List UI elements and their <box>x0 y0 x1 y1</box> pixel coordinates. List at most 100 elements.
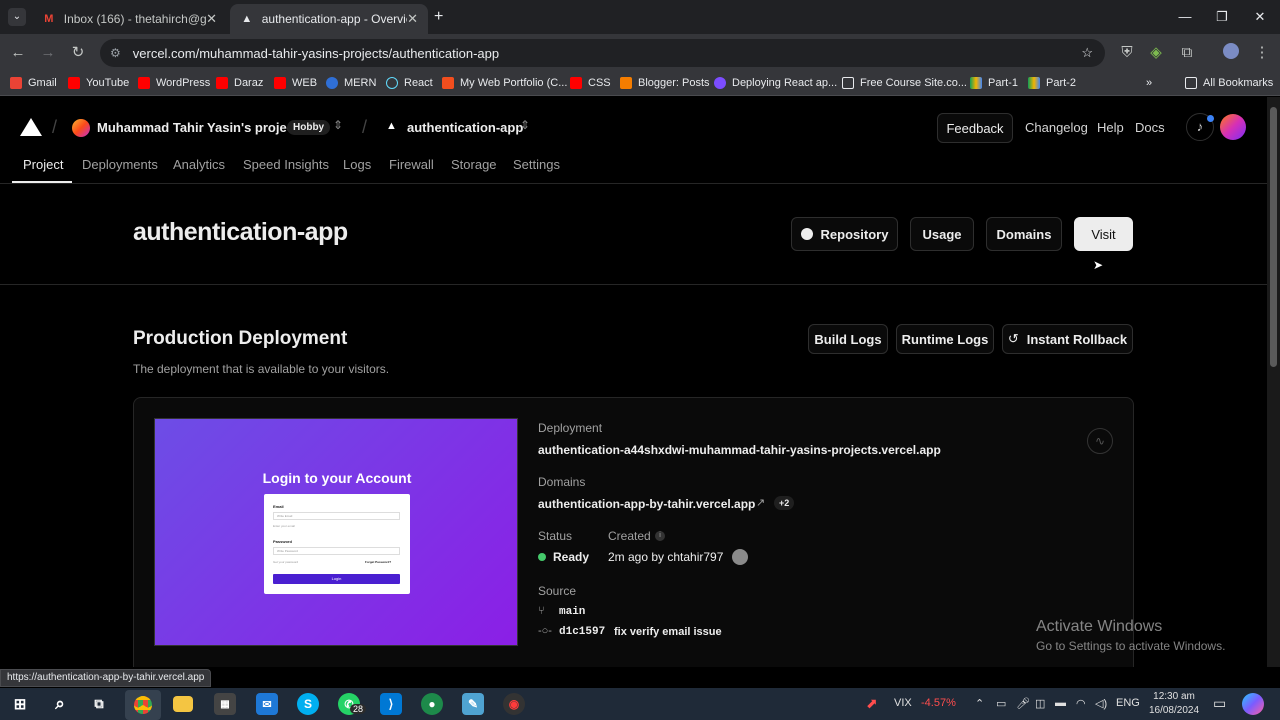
bookmark-daraz[interactable]: Daraz <box>216 77 263 89</box>
instant-rollback-button[interactable]: ↺ Instant Rollback <box>1002 324 1133 354</box>
tab-vercel[interactable]: ▲ authentication-app - Overview ✕ <box>230 4 428 34</box>
extension-icon[interactable]: ◈ <box>1146 43 1166 63</box>
bookmark-youtube[interactable]: YouTube <box>68 77 129 89</box>
skype-icon[interactable]: S <box>297 693 319 715</box>
more-domains-badge[interactable]: +2 <box>774 496 795 510</box>
search-icon[interactable]: ⌕ <box>49 693 71 715</box>
bookmark-portfolio[interactable]: My Web Portfolio (C... <box>442 77 567 89</box>
profile-avatar-icon[interactable] <box>1221 43 1241 63</box>
bookmarks-bar: Gmail YouTube WordPress Daraz WEB MERN R… <box>0 72 1280 96</box>
branch-name[interactable]: main <box>559 606 585 618</box>
notifications-icon[interactable]: ▭ <box>1213 695 1226 712</box>
battery-icon[interactable]: ▬ <box>1055 697 1066 709</box>
vscode-icon[interactable]: ⟩ <box>380 693 402 715</box>
copilot-icon[interactable] <box>1242 693 1264 715</box>
help-link[interactable]: Help <box>1097 120 1124 135</box>
wifi-icon[interactable]: ◠ <box>1076 697 1086 710</box>
tab-logs[interactable]: Logs <box>343 157 371 172</box>
tray-device-icon[interactable]: ▭ <box>996 697 1006 710</box>
menu-icon[interactable]: ⋮ <box>1252 43 1272 63</box>
bookmark-css[interactable]: CSS <box>570 77 611 89</box>
vix-label[interactable]: VIX <box>894 697 912 709</box>
git-branch-icon: ⑂ <box>538 605 545 617</box>
project-switcher-chevron-icon[interactable]: ⇕ <box>520 118 530 132</box>
mail-icon[interactable]: ✉ <box>256 693 278 715</box>
more-bookmarks-icon[interactable]: » <box>1146 77 1152 89</box>
windows-start-icon[interactable]: ⊞ <box>9 693 31 715</box>
project-name[interactable]: authentication-app <box>407 120 523 135</box>
bookmark-blogger[interactable]: Blogger: Posts <box>620 77 710 89</box>
changelog-link[interactable]: Changelog <box>1025 120 1088 135</box>
notepad-icon[interactable]: ✎ <box>462 693 484 715</box>
bookmark-web[interactable]: WEB <box>274 77 317 89</box>
activity-icon[interactable]: ∿ <box>1087 428 1113 454</box>
bookmark-star-icon[interactable]: ☆ <box>1081 45 1093 61</box>
bookmark-part-2[interactable]: Part-2 <box>1028 77 1076 89</box>
minimize-icon[interactable]: — <box>1170 6 1200 28</box>
tab-project[interactable]: Project <box>23 157 63 172</box>
bookmark-deploying-react[interactable]: Deploying React ap... <box>714 77 837 89</box>
page-scrollbar[interactable] <box>1267 97 1280 667</box>
team-name[interactable]: Muhammad Tahir Yasin's projects <box>97 120 306 135</box>
commit-hash[interactable]: d1c1597 <box>559 626 605 638</box>
user-avatar[interactable] <box>1220 114 1246 140</box>
team-switcher-chevron-icon[interactable]: ⇕ <box>333 118 343 132</box>
close-icon[interactable]: ✕ <box>206 11 217 27</box>
react-icon <box>386 77 398 89</box>
tab-storage[interactable]: Storage <box>451 157 497 172</box>
scrollbar-thumb[interactable] <box>1270 107 1277 367</box>
back-icon[interactable]: ← <box>8 43 28 63</box>
show-hidden-icons[interactable]: ⌃ <box>975 697 984 710</box>
tab-deployments[interactable]: Deployments <box>82 157 158 172</box>
domain-link[interactable]: authentication-app-by-tahir.vercel.app <box>538 497 755 511</box>
address-bar[interactable]: ⚙ vercel.com/muhammad-tahir-yasins-proje… <box>100 39 1105 67</box>
new-tab-icon[interactable]: + <box>434 8 443 26</box>
close-window-icon[interactable]: ✕ <box>1245 6 1275 28</box>
bookmark-part-1[interactable]: Part-1 <box>970 77 1018 89</box>
forward-icon[interactable]: → <box>38 43 58 63</box>
microphone-icon[interactable]: 🎤︎ <box>1016 697 1030 710</box>
store-icon[interactable]: ▦ <box>214 693 236 715</box>
close-icon[interactable]: ✕ <box>407 11 418 27</box>
volume-icon[interactable]: ◁) <box>1095 697 1107 710</box>
all-bookmarks[interactable]: All Bookmarks <box>1185 77 1273 89</box>
tab-gmail[interactable]: M Inbox (166) - thetahirch@gmail ✕ <box>32 4 227 34</box>
bookmark-react[interactable]: React <box>386 77 433 89</box>
language-indicator[interactable]: ENG <box>1116 697 1140 709</box>
clock[interactable]: 12:30 am 16/08/2024 <box>1145 690 1203 718</box>
tab-speed-insights[interactable]: Speed Insights <box>243 157 329 172</box>
tab-firewall[interactable]: Firewall <box>389 157 434 172</box>
tab-analytics[interactable]: Analytics <box>173 157 225 172</box>
visit-button[interactable]: Visit <box>1074 217 1133 251</box>
bookmark-mern[interactable]: MERN <box>326 77 376 89</box>
build-logs-button[interactable]: Build Logs <box>808 324 888 354</box>
docs-link[interactable]: Docs <box>1135 120 1165 135</box>
chrome-icon[interactable] <box>125 690 161 720</box>
bookmark-wordpress[interactable]: WordPress <box>138 77 210 89</box>
app-icon-green[interactable]: ● <box>421 693 443 715</box>
tab-search-icon[interactable]: ⌄ <box>8 8 26 26</box>
vercel-logo-icon[interactable] <box>20 118 42 136</box>
domains-button[interactable]: Domains <box>986 217 1062 251</box>
info-icon[interactable]: i <box>655 531 665 541</box>
usage-button[interactable]: Usage <box>910 217 974 251</box>
reload-icon[interactable]: ↻ <box>68 43 88 63</box>
notifications-bell-icon[interactable]: ♪ <box>1186 113 1214 141</box>
site-info-icon[interactable]: ⚙ <box>110 46 121 60</box>
screen-recorder-icon[interactable]: ◉ <box>503 693 525 715</box>
bookmark-free-course[interactable]: Free Course Site.co... <box>842 77 967 89</box>
bookmark-gmail[interactable]: Gmail <box>10 77 57 89</box>
tab-settings[interactable]: Settings <box>513 157 560 172</box>
task-view-icon[interactable]: ⧉ <box>88 693 110 715</box>
extensions-puzzle-icon[interactable]: ⧉ <box>1177 43 1197 63</box>
file-explorer-icon[interactable] <box>173 696 193 712</box>
deployment-url-link[interactable]: authentication-a44shxdwi-muhammad-tahir-… <box>538 443 941 457</box>
feedback-button[interactable]: Feedback <box>937 113 1013 143</box>
creator-avatar[interactable] <box>732 549 748 565</box>
repository-button[interactable]: Repository <box>791 217 898 251</box>
camera-icon[interactable]: ◫ <box>1035 697 1045 710</box>
deployment-preview[interactable]: Login to your Account Email Write Email … <box>154 418 518 646</box>
maximize-icon[interactable]: ❐ <box>1207 6 1237 28</box>
runtime-logs-button[interactable]: Runtime Logs <box>896 324 994 354</box>
extension-shield-icon[interactable]: ⛨ <box>1117 43 1137 63</box>
